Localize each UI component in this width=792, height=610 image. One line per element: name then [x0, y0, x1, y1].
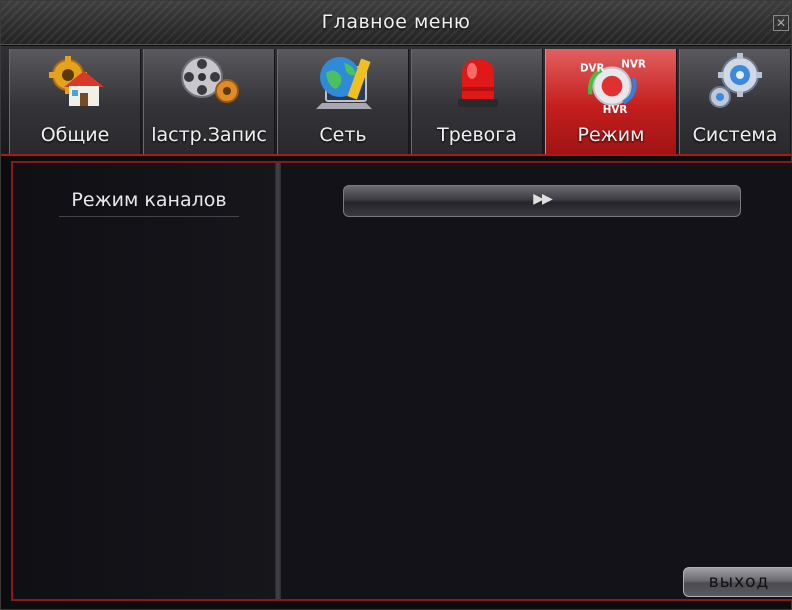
tab-alarm[interactable]: Тревога — [411, 49, 543, 154]
tab-network[interactable]: Сеть — [277, 49, 409, 154]
nvr-text: NVR — [621, 58, 646, 70]
dvr-text: DVR — [580, 63, 605, 75]
tab-system[interactable]: Система — [679, 49, 791, 154]
tab-record[interactable]: lастр.Запис — [143, 49, 275, 154]
tab-general[interactable]: Общие — [9, 49, 141, 154]
sidebar: Режим каналов — [13, 163, 275, 599]
tab-bar: Общие lастр.Запис Сеть Тревога DVR NVR H… — [1, 46, 791, 156]
window-title: Главное меню — [321, 11, 471, 33]
main-panel: ▶▶ — [281, 163, 792, 599]
globe-laptop-icon — [316, 57, 372, 109]
tab-label: Тревога — [437, 124, 517, 146]
home-gear-icon — [49, 56, 104, 106]
alarm-siren-icon — [458, 59, 498, 107]
fast-forward-icon: ▶▶ — [533, 191, 553, 207]
tab-label: Сеть — [319, 124, 367, 146]
tab-label: Общие — [40, 124, 110, 146]
exit-button[interactable]: выход — [683, 567, 792, 597]
hvr-text: HVR — [603, 104, 628, 115]
tab-mode[interactable]: DVR NVR HVR Режим — [545, 49, 677, 154]
film-reel-icon — [181, 56, 239, 103]
tab-label: Система — [692, 124, 778, 146]
content-area: Режим каналов ▶▶ — [11, 161, 792, 601]
tab-label: Режим — [577, 124, 645, 146]
main-menu-window: Главное меню ✕ Общие lастр.Запис Сеть Тр… — [0, 0, 792, 610]
gears-icon — [709, 53, 762, 108]
channel-mode-selector[interactable]: ▶▶ — [343, 185, 741, 217]
sidebar-item-channel-mode[interactable]: Режим каналов — [59, 189, 239, 217]
close-icon[interactable]: ✕ — [773, 15, 789, 31]
tab-label: lастр.Запис — [151, 124, 267, 146]
dvr-nvr-hvr-icon: DVR NVR HVR — [580, 58, 646, 115]
title-bar: Главное меню ✕ — [1, 1, 791, 45]
